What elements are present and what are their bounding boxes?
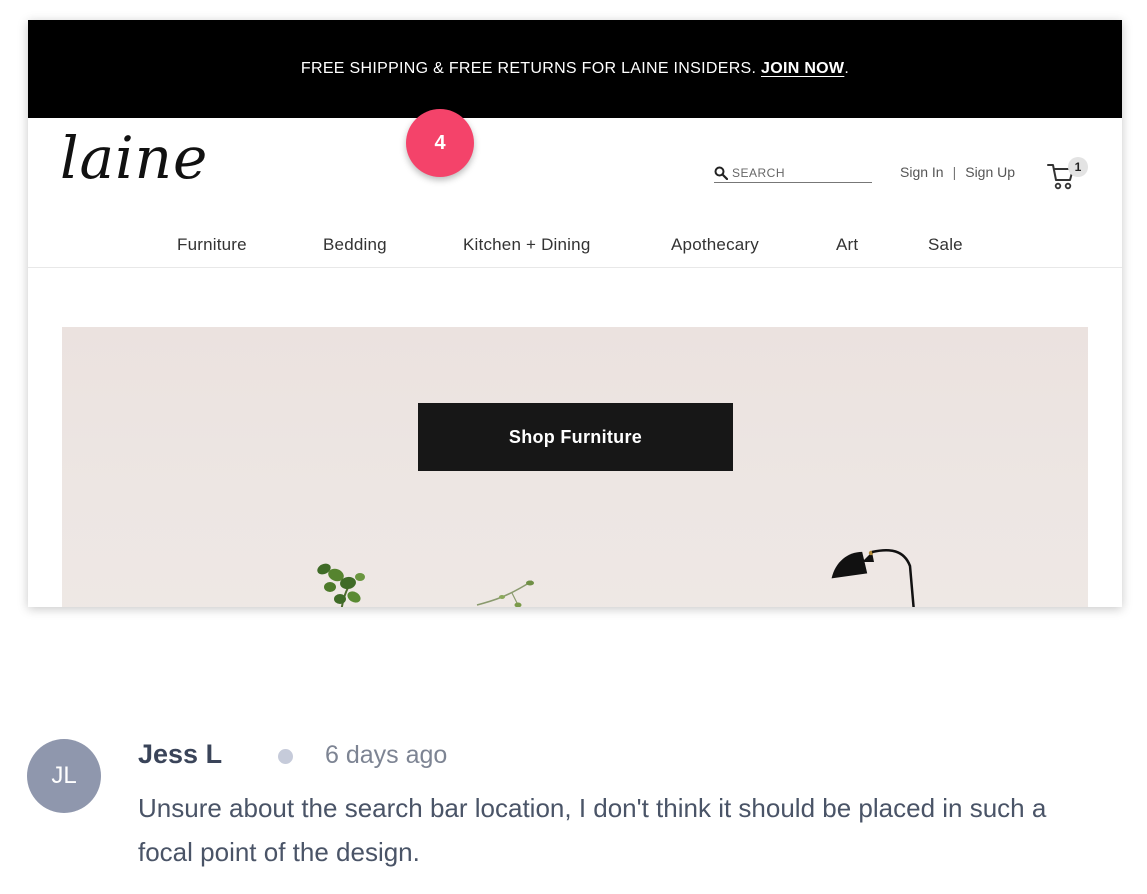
search-icon <box>714 166 728 180</box>
nav-item-art[interactable]: Art <box>836 235 858 255</box>
annotation-marker[interactable]: 4 <box>406 109 474 177</box>
sign-in-link[interactable]: Sign In <box>900 164 944 180</box>
comment-timestamp: 6 days ago <box>325 741 448 769</box>
promo-text: FREE SHIPPING & FREE RETURNS FOR LAINE I… <box>300 60 757 77</box>
nav-item-bedding[interactable]: Bedding <box>323 235 387 255</box>
comment-author: Jess L <box>138 739 223 769</box>
nav-item-kitchen-dining[interactable]: Kitchen + Dining <box>463 235 590 255</box>
nav-item-apothecary[interactable]: Apothecary <box>671 235 759 255</box>
sign-up-link[interactable]: Sign Up <box>965 164 1015 180</box>
join-now-link[interactable]: JOIN NOW <box>761 60 844 78</box>
nav-item-furniture[interactable]: Furniture <box>177 235 247 255</box>
account-links: Sign In | Sign Up <box>900 164 1015 180</box>
avatar: JL <box>27 739 101 813</box>
hero-banner: Shop Furniture <box>62 327 1088 607</box>
cart-button[interactable]: 1 <box>1046 157 1090 192</box>
account-separator: | <box>952 164 957 180</box>
shop-furniture-button[interactable]: Shop Furniture <box>418 403 733 471</box>
cart-count-badge: 1 <box>1068 157 1088 177</box>
website-screenshot: FREE SHIPPING & FREE RETURNS FOR LAINE I… <box>28 20 1122 607</box>
plant-image <box>317 563 365 607</box>
search-bar[interactable] <box>714 163 872 183</box>
status-dot <box>278 749 293 764</box>
floor-lamp-image <box>831 549 915 607</box>
main-nav: Furniture Bedding Kitchen + Dining Apoth… <box>28 222 1122 268</box>
promo-bar: FREE SHIPPING & FREE RETURNS FOR LAINE I… <box>28 20 1122 118</box>
search-input[interactable] <box>732 165 868 180</box>
promo-period: . <box>844 60 850 77</box>
comment-text: Unsure about the search bar location, I … <box>138 793 1047 867</box>
logo[interactable]: laine <box>60 124 208 192</box>
twig-image <box>476 580 534 607</box>
nav-item-sale[interactable]: Sale <box>928 235 963 255</box>
